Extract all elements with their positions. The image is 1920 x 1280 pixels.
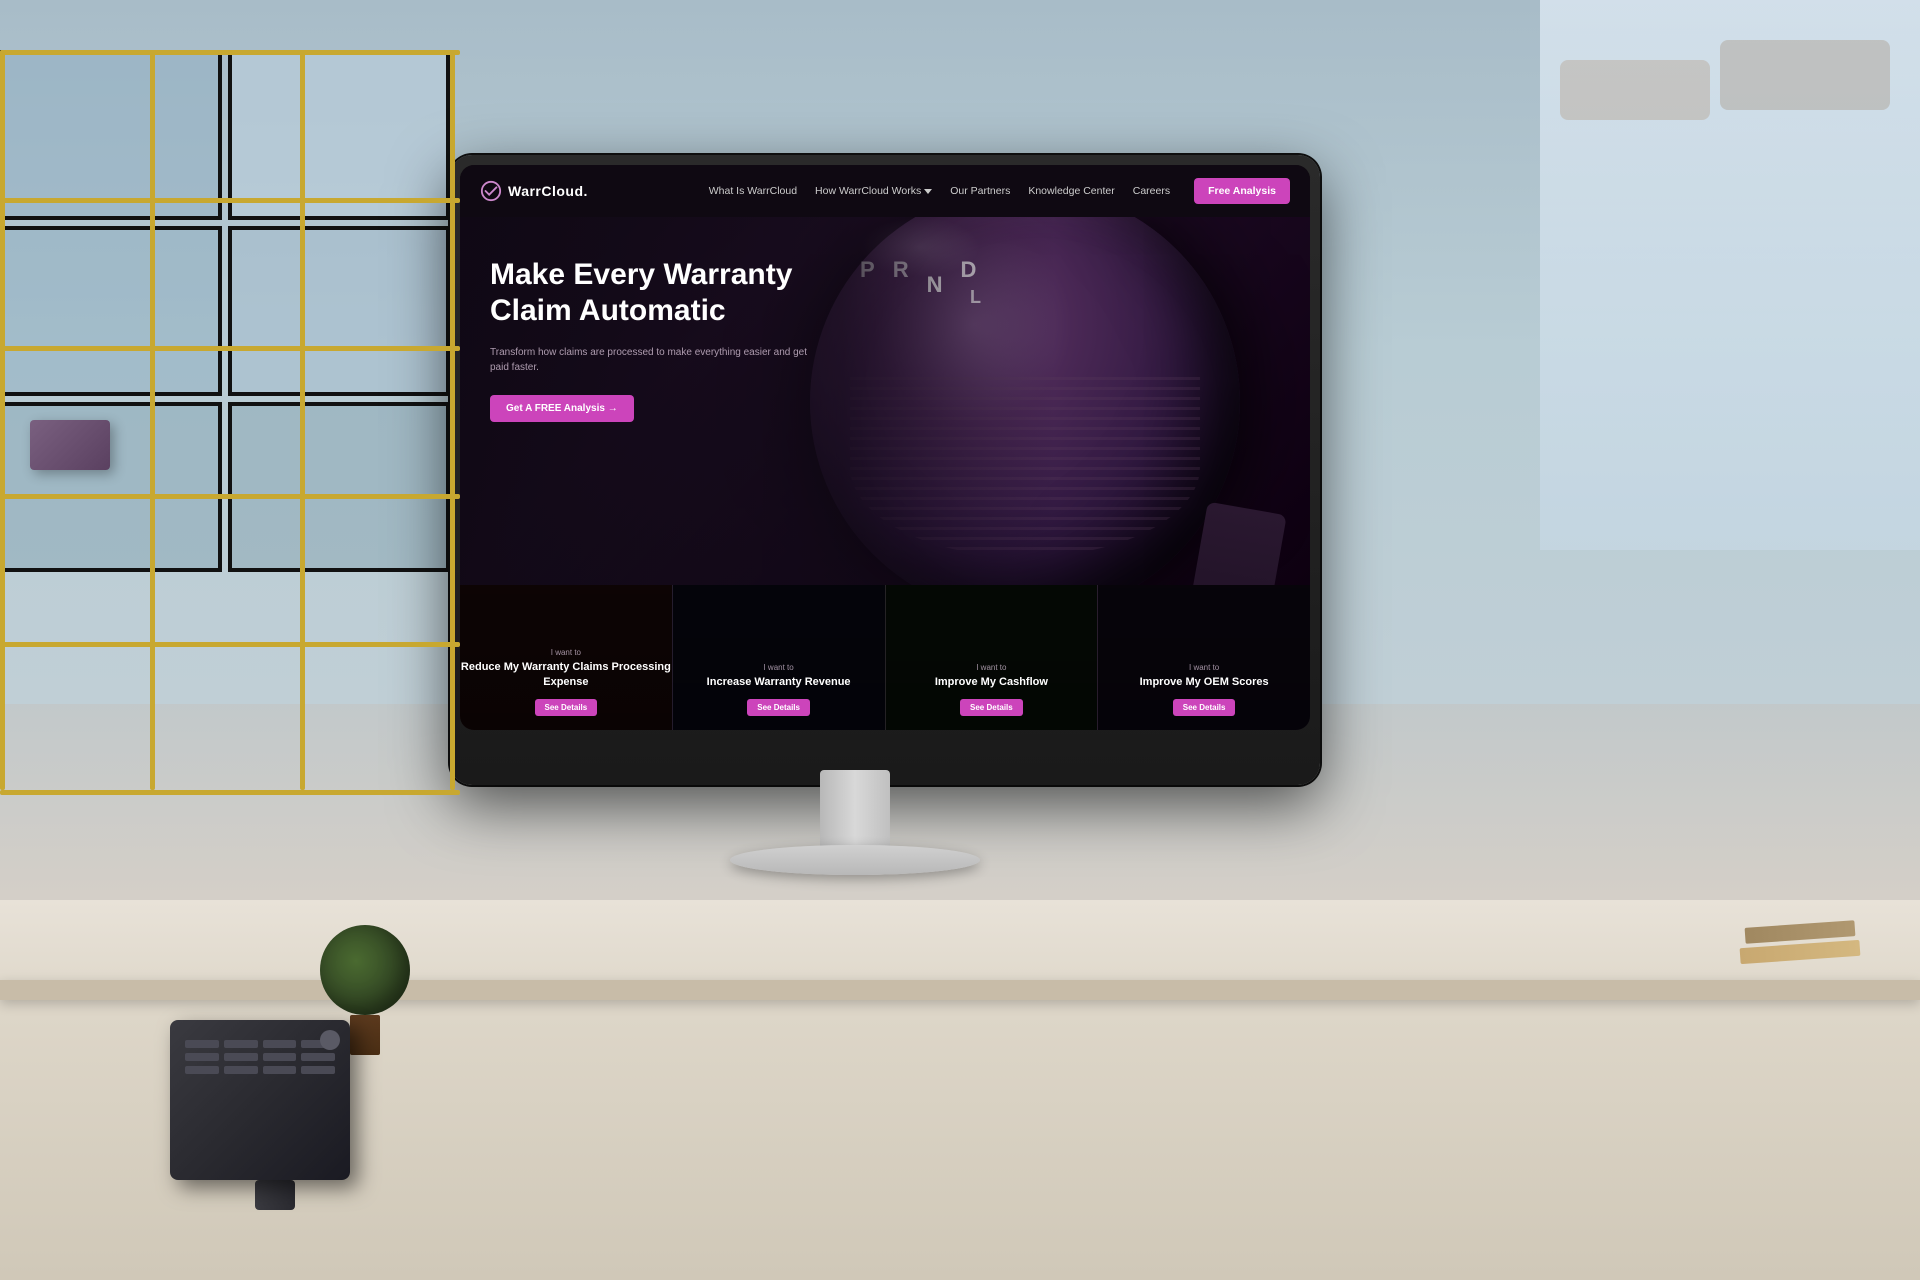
key — [263, 1040, 297, 1048]
logo: WarrCloud. — [480, 180, 588, 202]
nav-what-is[interactable]: What Is WarrCloud — [701, 181, 805, 201]
key — [185, 1040, 219, 1048]
key — [301, 1066, 335, 1074]
chevron-down-icon — [924, 189, 932, 194]
hero-cta-button[interactable]: Get A FREE Analysis → — [490, 395, 634, 422]
key — [224, 1040, 258, 1048]
window-pane-mr — [228, 226, 450, 396]
card-2-button[interactable]: See Details — [747, 699, 810, 716]
card-2-content: I want to Increase Warranty Revenue See … — [707, 663, 851, 716]
card-3-prefix: I want to — [935, 663, 1048, 672]
key — [263, 1053, 297, 1061]
card-2-title: Increase Warranty Revenue — [707, 675, 851, 689]
nav-how-works[interactable]: How WarrCloud Works — [807, 181, 940, 201]
nav-careers[interactable]: Careers — [1125, 181, 1178, 201]
card-2-prefix: I want to — [707, 663, 851, 672]
shelf-device — [30, 420, 110, 470]
card-improve-oem: I want to Improve My OEM Scores See Deta… — [1097, 585, 1310, 730]
phone-body — [170, 1020, 350, 1180]
card-3-title: Improve My Cashflow — [935, 675, 1048, 689]
website-container: WarrCloud. What Is WarrCloud How WarrClo… — [460, 165, 1310, 730]
plant-foliage — [320, 925, 410, 1015]
key — [263, 1066, 297, 1074]
car-silhouette-2 — [1720, 40, 1890, 110]
hero-subtitle: Transform how claims are processed to ma… — [490, 345, 810, 375]
car-silhouette-1 — [1560, 60, 1710, 120]
desk-edge — [0, 980, 1920, 1000]
window-pane-tl — [0, 50, 222, 220]
phone-keypad — [170, 1020, 350, 1084]
card-3-content: I want to Improve My Cashflow See Detail… — [935, 663, 1048, 716]
nav-links: What Is WarrCloud How WarrCloud Works Ou… — [612, 181, 1178, 201]
card-1-title: Reduce My Warranty Claims Processing Exp… — [460, 660, 672, 689]
card-3-button[interactable]: See Details — [960, 699, 1023, 716]
nav-partners[interactable]: Our Partners — [942, 181, 1018, 201]
phone-speaker — [320, 1030, 340, 1050]
navbar: WarrCloud. What Is WarrCloud How WarrClo… — [460, 165, 1310, 217]
nav-cta-button[interactable]: Free Analysis — [1194, 178, 1290, 204]
warrcloud-logo-icon — [480, 180, 502, 202]
nav-knowledge-center[interactable]: Knowledge Center — [1020, 181, 1122, 201]
hero-title: Make Every Warranty Claim Automatic — [490, 257, 810, 329]
card-4-title: Improve My OEM Scores — [1140, 675, 1269, 689]
key — [301, 1053, 335, 1061]
card-4-content: I want to Improve My OEM Scores See Deta… — [1140, 663, 1269, 716]
card-1-content: I want to Reduce My Warranty Claims Proc… — [460, 648, 672, 716]
key — [185, 1053, 219, 1061]
hero-content: Make Every Warranty Claim Automatic Tran… — [490, 257, 810, 422]
key — [224, 1066, 258, 1074]
key — [185, 1066, 219, 1074]
monitor-outer: WarrCloud. What Is WarrCloud How WarrClo… — [450, 155, 1320, 785]
shelf-window-area — [0, 0, 465, 580]
card-increase-revenue: I want to Increase Warranty Revenue See … — [672, 585, 885, 730]
desk-phone — [170, 1020, 380, 1220]
phone-base — [255, 1180, 295, 1210]
monitor-bezel: WarrCloud. What Is WarrCloud How WarrClo… — [460, 165, 1310, 730]
key — [224, 1053, 258, 1061]
logo-text: WarrCloud. — [508, 183, 588, 199]
window-pane-ml — [0, 226, 222, 396]
card-4-prefix: I want to — [1140, 663, 1269, 672]
window-pane-tr — [228, 50, 450, 220]
card-reduce-expense: I want to Reduce My Warranty Claims Proc… — [460, 585, 672, 730]
card-1-button[interactable]: See Details — [535, 699, 598, 716]
right-window-area — [1540, 0, 1920, 550]
monitor-stand-base — [730, 845, 980, 875]
card-improve-cashflow: I want to Improve My Cashflow See Detail… — [885, 585, 1098, 730]
window-pane-br — [228, 402, 450, 572]
card-4-button[interactable]: See Details — [1173, 699, 1236, 716]
cards-row: I want to Reduce My Warranty Claims Proc… — [460, 585, 1310, 730]
hero-section: P R N D L — [460, 217, 1310, 585]
card-1-prefix: I want to — [460, 648, 672, 657]
